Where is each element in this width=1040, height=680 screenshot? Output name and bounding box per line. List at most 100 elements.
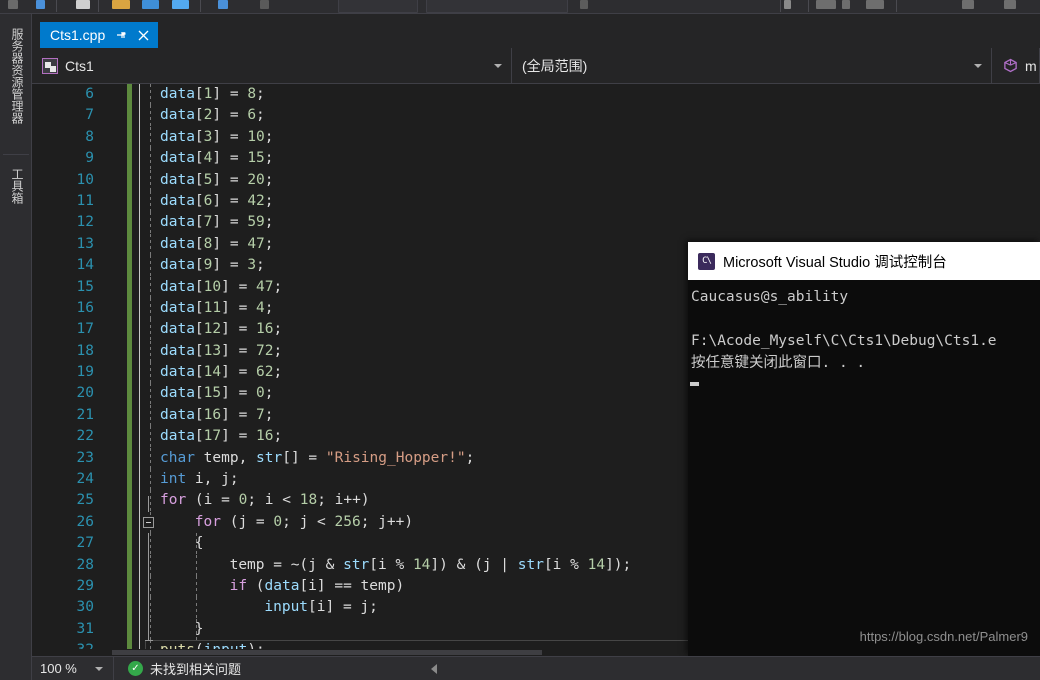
line-number: 18 [76,342,94,359]
gutter-separator [139,533,140,555]
change-indicator [127,490,132,512]
debug-console-window[interactable]: C\ Microsoft Visual Studio 调试控制台 Caucasu… [688,242,1040,656]
code-text: data[13] = 72; [160,342,283,359]
issue-status-label: 未找到相关问题 [150,662,242,677]
indent-guide [150,340,151,363]
indent-guide [150,297,151,320]
code-text: { [194,535,204,552]
open-folder-icon[interactable] [112,0,130,9]
code-line[interactable]: 11 data[6] = 42; [32,190,1040,213]
editor-navigation-bar: Cts1 (全局范围) m [32,48,1040,84]
config-dropdown[interactable] [426,0,568,13]
console-cursor [690,382,699,386]
editor-horizontal-scrollbar[interactable] [32,649,688,656]
save-icon[interactable] [142,0,159,9]
line-number: 14 [76,257,94,274]
document-tab-strip: Cts1.cpp [32,22,1040,48]
sidebar-item-server-explorer[interactable]: 服务器资源管理器 [0,22,32,142]
indent-guide [150,404,151,427]
check-circle-icon: ✓ [128,661,143,676]
gutter-separator [139,383,140,405]
line-number: 13 [76,235,94,252]
indent-guide [150,362,151,384]
change-indicator [127,362,132,384]
indent-guide [150,469,151,491]
chevron-down-icon[interactable] [95,666,103,671]
gutter-separator [139,404,140,427]
indent-guide [150,255,151,277]
find-icon[interactable] [784,0,791,9]
indent-guide [150,126,151,149]
platform-icon[interactable] [580,0,588,9]
scope-dropdown[interactable]: (全局范围) [512,48,992,83]
minimize-icon[interactable] [962,0,974,9]
maximize-icon[interactable] [1004,0,1016,9]
chevron-down-icon[interactable] [494,63,502,68]
change-indicator [127,84,132,106]
gutter-separator [139,469,140,491]
indent-guide [150,490,151,512]
gutter-separator [139,84,140,106]
change-indicator [127,469,132,491]
project-label: Cts1 [65,57,94,74]
close-icon[interactable] [136,28,151,43]
scroll-left-icon[interactable] [431,663,438,674]
tab-label: Cts1.cpp [50,27,106,43]
line-number: 12 [76,214,94,231]
code-text: data[11] = 4; [160,299,274,316]
chevron-down-icon[interactable] [842,0,850,9]
chevron-down-icon[interactable] [974,63,982,68]
member-dropdown[interactable]: m [992,48,1040,83]
indent-guide [196,575,197,598]
code-line[interactable]: 6 data[1] = 8; [32,84,1040,106]
indent-guide [150,426,151,448]
sidebar-item-toolbox[interactable]: 工具箱 [0,162,32,222]
line-number: 25 [76,492,94,509]
window-layout-icon[interactable] [816,0,836,9]
line-number: 31 [76,620,94,637]
save-all-icon[interactable] [172,0,189,9]
gutter-separator [139,319,140,341]
code-text: data[10] = 47; [160,278,283,295]
code-line[interactable]: 7 data[2] = 6; [32,105,1040,127]
start-debug-button[interactable] [338,0,418,13]
project-icon [42,57,58,74]
indent-guide [150,84,151,106]
change-indicator [127,319,132,341]
gutter-separator [139,148,140,170]
gutter-separator [139,105,140,127]
change-indicator [127,233,132,256]
scrollbar-thumb[interactable] [112,650,542,655]
project-dropdown[interactable]: Cts1 [32,48,512,83]
toolwindow-icon[interactable] [866,0,884,9]
tab-cts1-cpp[interactable]: Cts1.cpp [40,22,159,48]
change-indicator [127,169,132,191]
new-file-icon[interactable] [76,0,90,9]
undo-icon[interactable] [218,0,228,9]
code-line[interactable]: 12 data[7] = 59; [32,212,1040,234]
code-line[interactable]: 10 data[5] = 20; [32,169,1040,191]
line-number: 19 [76,364,94,381]
navigate-back-icon[interactable] [8,0,18,9]
change-indicator [127,276,132,298]
gutter-separator [139,169,140,191]
code-line[interactable]: 8 data[3] = 10; [32,126,1040,149]
issue-status[interactable]: ✓ 未找到相关问题 [114,659,241,678]
gutter-separator [139,255,140,277]
zoom-level-dropdown[interactable]: 100 % [32,657,114,680]
indent-guide [150,276,151,298]
indent-guide [150,597,151,619]
line-number: 11 [76,192,94,209]
code-text: data[17] = 16; [160,428,283,445]
code-text: if (data[i] == temp) [229,577,405,594]
code-line[interactable]: 9 data[4] = 15; [32,148,1040,170]
line-number: 23 [76,449,94,466]
redo-icon[interactable] [260,0,269,9]
pin-icon[interactable] [113,28,128,43]
collapse-region-toggle[interactable] [143,516,154,528]
code-text: data[3] = 10; [160,128,274,145]
indent-guide [150,533,151,555]
line-number: 16 [76,299,94,316]
navigate-forward-icon[interactable] [36,0,45,9]
console-title-bar[interactable]: C\ Microsoft Visual Studio 调试控制台 [688,242,1040,280]
